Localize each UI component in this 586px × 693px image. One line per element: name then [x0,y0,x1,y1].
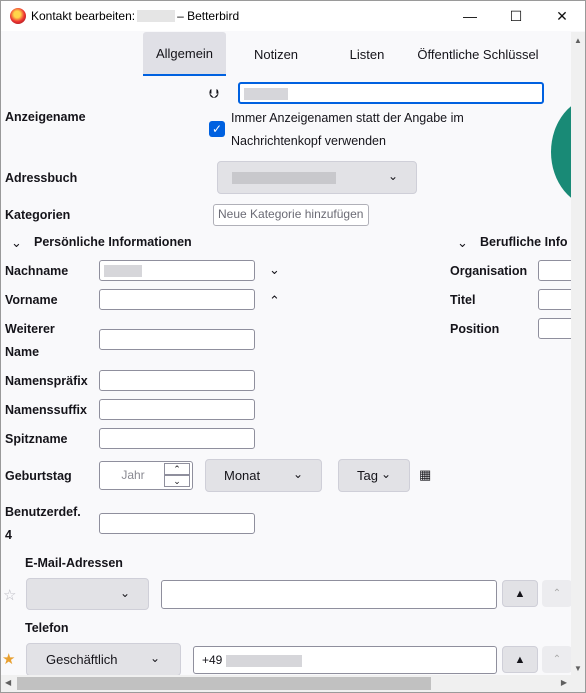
business-section-title[interactable]: Berufliche Info [480,235,568,249]
phone-section-title: Telefon [25,621,69,635]
tab-notizen[interactable]: Notizen [226,32,326,76]
scroll-right-icon[interactable]: ▶ [561,678,567,687]
custom4-label: Benutzerdef. 4 [5,505,81,542]
scroll-up-icon[interactable]: ▲ [574,36,582,45]
year-decrement-button[interactable]: ⌄ [164,475,190,487]
nickname-label: Spitzname [5,432,68,446]
middlename-label: Weiterer Name [5,322,55,359]
categories-label: Kategorien [5,208,71,222]
custom4-input[interactable] [99,513,255,534]
warning-icon: ▲ [502,646,538,673]
chevron-down-icon: ⌄ [119,586,130,600]
display-name-input[interactable] [238,82,544,104]
lastname-input[interactable] [99,260,255,281]
personal-section-title[interactable]: Persönliche Informationen [34,235,192,249]
chevron-down-icon[interactable]: ⌄ [11,235,22,251]
collapse-icon[interactable]: ⌃ [542,646,572,673]
tab-listen[interactable]: Listen [326,32,408,76]
chevron-down-icon: ⌄ [292,467,303,481]
calendar-icon[interactable]: ▦ [419,467,431,483]
scroll-left-icon[interactable]: ◀ [5,678,11,687]
suffix-label: Namenssuffix [5,403,87,417]
minimize-button[interactable]: — [447,1,493,31]
horizontal-scrollbar[interactable]: ◀ ▶ [1,675,585,692]
redacted-name [137,10,176,22]
move-up-icon[interactable]: ⌃ [269,293,280,309]
prefix-input[interactable] [99,370,255,391]
phone-type-select[interactable]: Geschäftlich ⌄ [26,643,181,676]
window-title: Kontakt bearbeiten: – Betterbird [31,9,240,23]
email-section-title: E-Mail-Adressen [25,556,123,570]
birthday-month-select[interactable]: Monat ⌄ [205,459,322,492]
vcard-import-icon[interactable]: ⮋ [209,86,219,102]
prefix-label: Namenspräfix [5,374,88,388]
middlename-input[interactable] [99,329,255,350]
birthday-day-select[interactable]: Tag ⌄ [338,459,410,492]
organisation-label: Organisation [450,264,528,278]
chevron-down-icon[interactable]: ⌄ [457,235,468,251]
collapse-icon[interactable]: ⌃ [542,580,572,607]
addressbook-label: Adressbuch [5,171,78,185]
phone-input[interactable]: +49 [193,646,497,674]
close-button[interactable]: ✕ [539,1,585,31]
lastname-label: Nachname [5,264,69,278]
star-icon[interactable]: ★ [2,650,15,668]
tab-allgemein[interactable]: Allgemein [143,32,226,76]
chevron-down-icon: ⌄ [380,467,391,481]
tab-bar: Allgemein Notizen Listen Öffentliche Sch… [143,32,548,76]
maximize-button[interactable]: ☐ [493,1,539,31]
year-increment-button[interactable]: ⌃ [164,463,190,475]
title-label: Titel [450,293,476,307]
star-icon[interactable]: ☆ [3,586,16,604]
chevron-down-icon: ⌄ [387,169,398,183]
scroll-down-icon[interactable]: ▼ [574,664,582,673]
vertical-scrollbar[interactable]: ▲ ▼ [571,32,585,677]
move-down-icon[interactable]: ⌄ [269,262,280,278]
horizontal-scroll-thumb[interactable] [17,677,431,690]
suffix-input[interactable] [99,399,255,420]
firstname-input[interactable] [99,289,255,310]
contact-edit-window: Kontakt bearbeiten: – Betterbird — ☐ ✕ Al… [0,0,586,693]
nickname-input[interactable] [99,428,255,449]
betterbird-app-icon [10,8,26,24]
display-name-label: Anzeigename [5,110,86,124]
birthday-label: Geburtstag [5,469,72,483]
chevron-down-icon: ⌄ [149,651,160,665]
title-bar: Kontakt bearbeiten: – Betterbird — ☐ ✕ [1,1,585,31]
display-name-checkbox-label: Immer Anzeigenamen statt der Angabe im N… [231,111,464,148]
email-type-select[interactable]: ⌄ [26,578,149,610]
warning-icon: ▲ [502,580,538,607]
position-label: Position [450,322,500,336]
display-name-checkbox[interactable]: ✓ [209,121,225,137]
tab-public-keys[interactable]: Öffentliche Schlüssel [408,32,548,76]
categories-input[interactable]: Neue Kategorie hinzufügen [213,204,369,226]
email-input[interactable] [161,580,497,609]
firstname-label: Vorname [5,293,58,307]
addressbook-select[interactable]: ⌄ [217,161,417,194]
